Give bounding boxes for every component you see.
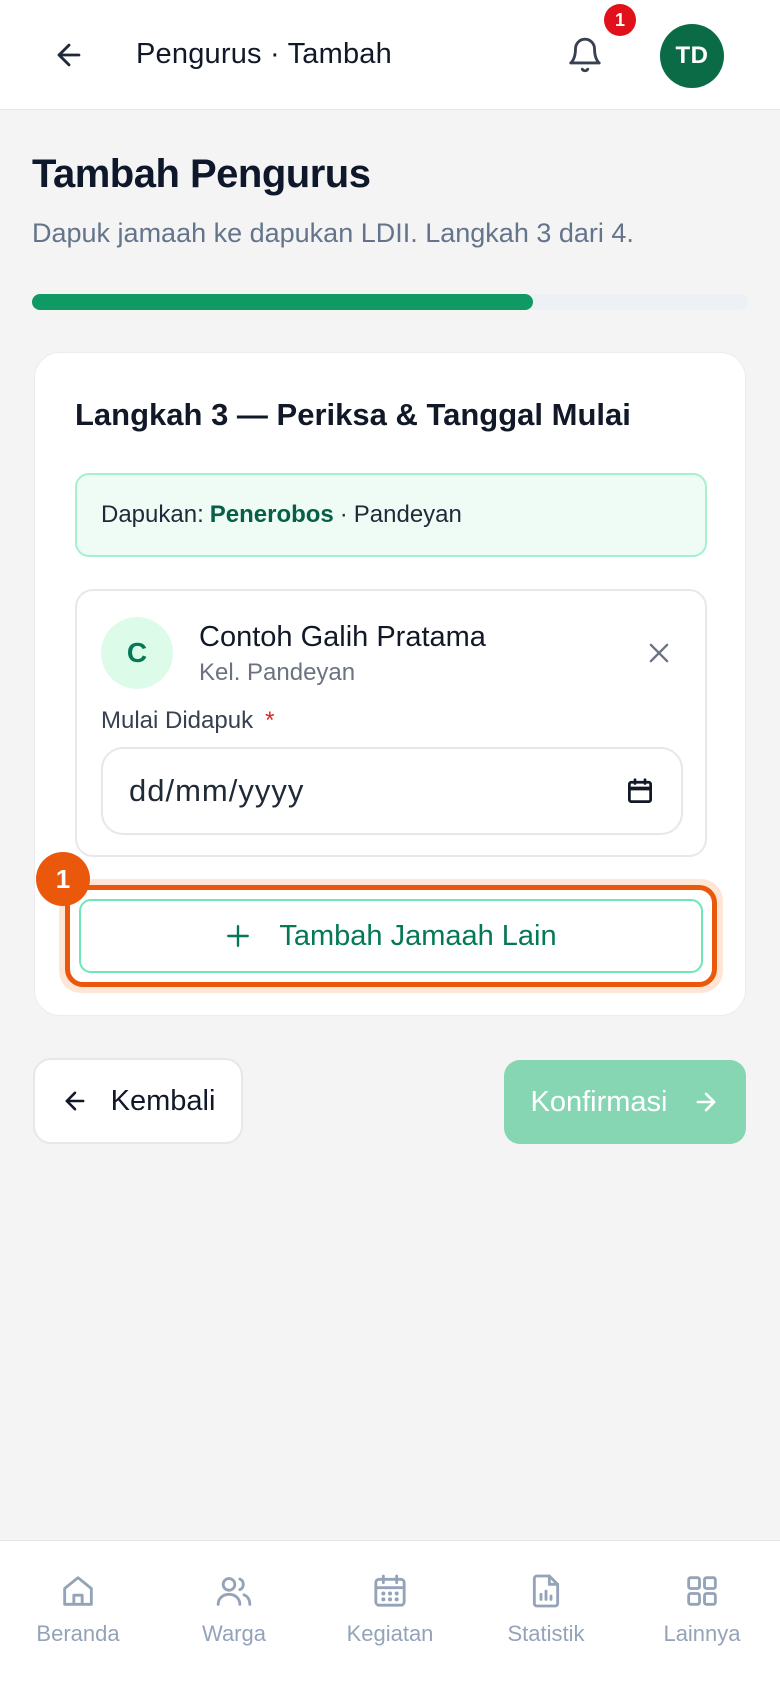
app-header: Pengurus · Tambah 1 TD	[0, 0, 780, 110]
dapukan-role: Penerobos	[209, 501, 334, 528]
nav-label-statistik: Statistik	[507, 1621, 585, 1646]
page-title: Tambah Pengurus	[32, 152, 371, 196]
start-date-label-text: Mulai Didapuk	[101, 707, 254, 734]
add-member-button[interactable]: Tambah Jamaah Lain	[79, 899, 703, 973]
start-date-input[interactable]: dd/mm/yyyy	[101, 747, 683, 835]
notification-badge: 1	[604, 4, 636, 36]
nav-item-warga[interactable]: Warga	[169, 1571, 299, 1661]
arrow-left-icon	[57, 43, 81, 67]
arrow-left-icon	[61, 1087, 89, 1115]
bottom-nav: Beranda Warga Kegiatan Statistik Lainnya	[0, 1540, 780, 1688]
close-icon	[649, 643, 669, 663]
member-avatar: C	[101, 617, 173, 689]
dapukan-separator: ·	[339, 501, 348, 528]
add-member-label: Tambah Jamaah Lain	[279, 919, 557, 952]
step-title: Langkah 3 — Periksa & Tanggal Mulai	[75, 397, 631, 432]
back-button[interactable]	[44, 30, 94, 80]
add-member-highlight: Tambah Jamaah Lain	[59, 879, 723, 993]
confirm-label: Konfirmasi	[530, 1085, 668, 1118]
highlight-step-badge: 1	[36, 852, 90, 906]
start-date-label: Mulai Didapuk *	[101, 707, 274, 735]
member-name: Contoh Galih Pratama	[199, 621, 486, 653]
nav-label-kegiatan: Kegiatan	[346, 1621, 434, 1646]
dapukan-location: Pandeyan	[353, 501, 462, 528]
step-progress-bar	[32, 294, 748, 310]
dapukan-summary: Dapukan: Penerobos · Pandeyan	[75, 473, 707, 557]
back-step-button[interactable]: Kembali	[33, 1058, 243, 1144]
header-title: Pengurus · Tambah	[136, 38, 392, 70]
date-placeholder: dd/mm/yyyy	[129, 773, 305, 808]
users-icon	[169, 1571, 299, 1615]
add-member-highlight-outline: Tambah Jamaah Lain	[65, 885, 717, 987]
grid-icon	[637, 1571, 767, 1615]
page-subtitle: Dapuk jamaah ke dapukan LDII. Langkah 3 …	[32, 218, 634, 248]
notifications-button[interactable]	[558, 28, 612, 82]
step-card: Langkah 3 — Periksa & Tanggal Mulai Dapu…	[34, 352, 746, 1016]
nav-label-warga: Warga	[202, 1621, 266, 1646]
report-chart-icon	[481, 1571, 611, 1615]
nav-item-beranda[interactable]: Beranda	[13, 1571, 143, 1661]
nav-item-lainnya[interactable]: Lainnya	[637, 1571, 767, 1661]
confirm-button[interactable]: Konfirmasi	[504, 1060, 746, 1144]
arrow-right-icon	[692, 1088, 720, 1116]
member-entry: C Contoh Galih Pratama Kel. Pandeyan Mul…	[75, 589, 707, 857]
required-mark: *	[265, 707, 275, 734]
remove-member-button[interactable]	[637, 631, 681, 675]
user-avatar[interactable]: TD	[660, 24, 724, 88]
bell-icon	[569, 37, 601, 73]
step-progress-fill	[32, 294, 534, 310]
plus-icon	[225, 923, 251, 949]
calendar-icon[interactable]	[625, 776, 655, 806]
back-step-label: Kembali	[110, 1084, 216, 1117]
nav-label-beranda: Beranda	[36, 1621, 120, 1646]
member-group: Kel. Pandeyan	[199, 659, 356, 686]
home-icon	[13, 1571, 143, 1615]
calendar-icon	[325, 1571, 455, 1615]
nav-item-kegiatan[interactable]: Kegiatan	[325, 1571, 455, 1661]
nav-item-statistik[interactable]: Statistik	[481, 1571, 611, 1661]
dapukan-prefix: Dapukan:	[101, 501, 204, 528]
nav-label-lainnya: Lainnya	[663, 1621, 741, 1646]
